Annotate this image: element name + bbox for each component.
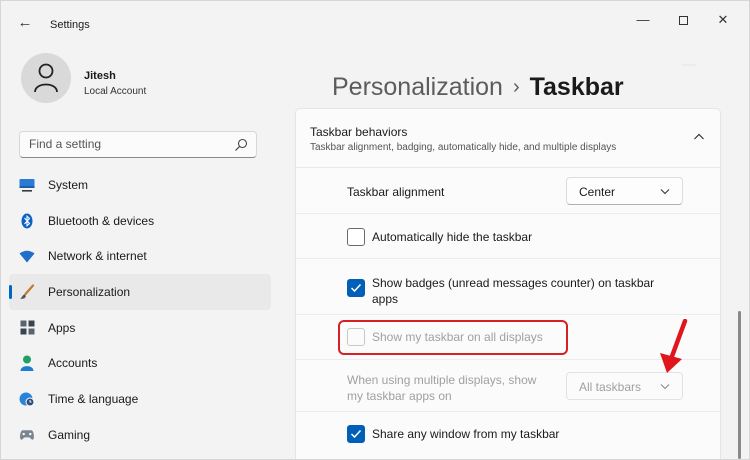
bluetooth-icon: [19, 213, 35, 229]
account-type: Local Account: [84, 86, 147, 97]
sidebar-item-personalization[interactable]: Personalization: [9, 274, 271, 310]
gamepad-icon: [19, 427, 35, 443]
sidebar-item-label: System: [48, 177, 89, 192]
checkmark-icon: [350, 283, 362, 293]
sidebar-item-label: Apps: [48, 320, 76, 335]
taskbar-behaviors-panel: Taskbar behaviors Taskbar alignment, bad…: [295, 108, 721, 459]
maximize-button[interactable]: [668, 9, 698, 31]
dropdown-value: Center: [579, 185, 616, 199]
auto-hide-row: Automatically hide the taskbar: [296, 214, 720, 259]
sidebar-item-bluetooth[interactable]: Bluetooth & devices: [9, 203, 271, 239]
scrollbar[interactable]: [738, 311, 741, 459]
red-arrow-icon: [660, 319, 688, 373]
sidebar-item-network[interactable]: Network & internet: [9, 238, 271, 274]
apps-icon: [19, 320, 35, 336]
user-name: Jitesh: [84, 70, 116, 82]
sidebar-nav: System Bluetooth & devices Network & int…: [9, 167, 271, 453]
multi-display-label-line1: When using multiple displays, show: [347, 373, 537, 387]
sidebar-item-apps[interactable]: Apps: [9, 310, 271, 346]
taskbar-alignment-row: Taskbar alignment Center: [296, 168, 720, 214]
page-title: Personalization › Taskbar: [332, 73, 624, 102]
breadcrumb-separator: ›: [512, 76, 520, 98]
sidebar-item-gaming[interactable]: Gaming: [9, 417, 271, 453]
sidebar-item-label: Time & language: [48, 391, 139, 406]
sidebar-item-label: Accounts: [48, 356, 98, 371]
multi-display-label-line2: my taskbar apps on: [347, 389, 452, 403]
close-icon: ✕: [717, 12, 729, 27]
dropdown-value: All taskbars: [579, 380, 642, 394]
settings-window: ← Settings — ✕ Jitesh Local Account Find…: [0, 0, 750, 460]
multi-display-apps-dropdown[interactable]: All taskbars: [566, 372, 683, 400]
share-window-checkbox[interactable]: [347, 425, 365, 443]
taskbar-behaviors-header[interactable]: Taskbar behaviors Taskbar alignment, bad…: [296, 109, 720, 168]
back-button[interactable]: ←: [15, 13, 35, 33]
panel-subtitle: Taskbar alignment, badging, automaticall…: [310, 142, 617, 153]
panel-title: Taskbar behaviors: [310, 125, 408, 139]
sidebar-item-label: Personalization: [48, 284, 131, 299]
share-window-label[interactable]: Share any window from my taskbar: [372, 426, 559, 442]
sidebar-item-label: Network & internet: [48, 249, 147, 264]
title-bar: ← Settings — ✕: [1, 1, 749, 41]
person-icon: [34, 63, 58, 93]
checkmark-icon: [350, 429, 362, 439]
sidebar-item-label: Gaming: [48, 427, 91, 442]
chevron-down-icon: [660, 384, 670, 390]
search-icon[interactable]: [234, 138, 248, 152]
share-window-row: Share any window from my taskbar: [296, 412, 720, 458]
badges-row: Show badges (unread messages counter) on…: [296, 259, 720, 315]
breadcrumb-current: Taskbar: [529, 73, 624, 101]
badges-label[interactable]: Show badges (unread messages counter) on…: [372, 275, 654, 307]
search-input[interactable]: [29, 137, 229, 151]
person-icon: [19, 355, 35, 372]
wifi-icon: [19, 248, 35, 264]
chevron-down-icon: [660, 189, 670, 195]
sidebar-item-label: Bluetooth & devices: [48, 213, 155, 228]
highlight-box: [338, 320, 568, 355]
taskbar-alignment-dropdown[interactable]: Center: [566, 177, 683, 205]
chevron-up-icon[interactable]: [692, 131, 706, 143]
badges-checkbox[interactable]: [347, 279, 365, 297]
taskbar-alignment-label: Taskbar alignment: [347, 185, 445, 199]
multi-display-apps-label: When using multiple displays, show my ta…: [347, 372, 536, 404]
monitor-icon: [19, 177, 35, 193]
scroll-indicator: [681, 64, 697, 66]
sidebar-item-time-language[interactable]: Time & language: [9, 381, 271, 417]
active-indicator: [9, 285, 12, 300]
close-button[interactable]: ✕: [708, 9, 738, 31]
auto-hide-label[interactable]: Automatically hide the taskbar: [372, 229, 532, 245]
app-title: Settings: [50, 19, 90, 31]
avatar[interactable]: [21, 53, 71, 103]
badges-label-line1: Show badges (unread messages counter) on…: [372, 276, 655, 290]
search-box[interactable]: [19, 131, 257, 158]
breadcrumb-parent[interactable]: Personalization: [332, 73, 503, 101]
minimize-icon: —: [636, 12, 650, 27]
minimize-button[interactable]: —: [628, 9, 658, 31]
maximize-icon: [678, 16, 688, 26]
brush-icon: [19, 284, 35, 300]
auto-hide-checkbox[interactable]: [347, 228, 365, 246]
badges-label-line2: apps: [372, 292, 399, 306]
sidebar-item-system[interactable]: System: [9, 167, 271, 203]
sidebar-item-accounts[interactable]: Accounts: [9, 345, 271, 381]
globe-clock-icon: [19, 391, 35, 407]
